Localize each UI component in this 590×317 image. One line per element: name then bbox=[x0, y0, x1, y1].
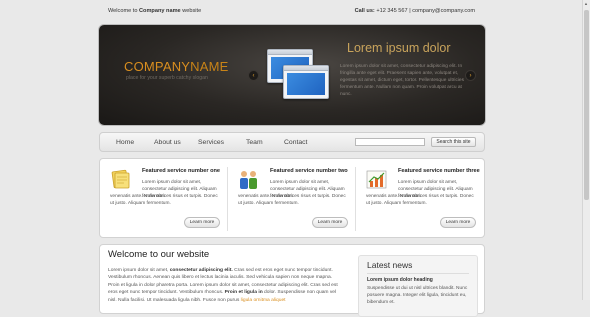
people-icon bbox=[240, 171, 257, 189]
news-item-title[interactable]: Lorem ipsum dolor heading bbox=[367, 277, 433, 283]
company-slogan: place for your superb catchy slogan bbox=[126, 75, 208, 81]
company-logo[interactable]: COMPANYNAME bbox=[124, 59, 229, 74]
hero-text: Lorem ipsum dolor sit amet, consectetur … bbox=[340, 64, 464, 97]
hero-title: Lorem ipsum dolor bbox=[347, 41, 451, 55]
notes-icon bbox=[111, 169, 130, 189]
service-card-one: Featured service number one Lorem ipsum … bbox=[102, 165, 222, 235]
welcome-paragraph: Lorem ipsum dolor sit amet, consectetur … bbox=[108, 267, 340, 304]
welcome-text-bold-two: Proin et ligula in bbox=[224, 290, 263, 296]
hero-slider: COMPANYNAME place for your superb catchy… bbox=[99, 25, 485, 125]
service-divider bbox=[227, 167, 228, 231]
phone-number: +12 345 567 bbox=[376, 8, 408, 14]
search-input[interactable] bbox=[355, 138, 425, 146]
scroll-up-icon[interactable]: ▲ bbox=[584, 1, 588, 6]
main-navigation: Home About us Services Team Contact Sear… bbox=[99, 132, 485, 152]
browser-windows-icon bbox=[267, 49, 329, 101]
welcome-text-start: Lorem ipsum dolor sit amet, bbox=[108, 268, 169, 273]
service-divider bbox=[355, 167, 356, 231]
service-text-continued: venenatis ante. Nulla ultrices risus et … bbox=[366, 194, 474, 206]
chart-icon bbox=[366, 170, 387, 189]
service-text-continued: venenatis ante. Nulla ultrices risus et … bbox=[238, 194, 346, 206]
service-card-two: Featured service number two Lorem ipsum … bbox=[230, 165, 350, 235]
welcome-section: Welcome to our website Lorem ipsum dolor… bbox=[99, 244, 485, 317]
learn-more-button[interactable]: Learn more bbox=[312, 217, 348, 228]
contact-separator: | bbox=[409, 8, 411, 14]
welcome-suffix: website bbox=[182, 8, 202, 14]
welcome-message: Welcome to Company name website bbox=[108, 8, 201, 14]
slider-prev-arrow-icon[interactable]: ‹ bbox=[248, 70, 259, 81]
service-title: Featured service number one bbox=[142, 168, 221, 174]
nav-item-home[interactable]: Home bbox=[116, 139, 134, 146]
top-bar: Welcome to Company name website Call us:… bbox=[99, 8, 485, 18]
service-title: Featured service number three bbox=[398, 168, 480, 174]
welcome-prefix: Welcome to bbox=[108, 8, 138, 14]
news-divider bbox=[367, 273, 469, 274]
learn-more-button[interactable]: Learn more bbox=[184, 217, 220, 228]
nav-item-services[interactable]: Services bbox=[198, 139, 224, 146]
welcome-title: Welcome to our website bbox=[108, 249, 210, 260]
call-label: Call us: bbox=[354, 8, 375, 14]
latest-news-box: Latest news Lorem ipsum dolor heading Su… bbox=[358, 255, 478, 317]
featured-services: Featured service number one Lorem ipsum … bbox=[99, 158, 485, 238]
email-link[interactable]: company@company.com bbox=[412, 8, 475, 14]
search-button[interactable]: Search this site bbox=[431, 137, 476, 147]
nav-item-about-us[interactable]: About us bbox=[154, 139, 181, 146]
vertical-scrollbar[interactable]: ▲ bbox=[582, 0, 590, 300]
scrollbar-thumb[interactable] bbox=[584, 10, 589, 200]
nav-item-contact[interactable]: Contact bbox=[284, 139, 307, 146]
logo-name: NAME bbox=[190, 59, 229, 74]
window-front bbox=[283, 65, 329, 99]
service-text-continued: venenatis ante. Nulla ultrices risus et … bbox=[110, 194, 218, 206]
logo-company: COMPANY bbox=[124, 59, 191, 74]
service-card-three: Featured service number three Lorem ipsu… bbox=[358, 165, 480, 235]
welcome-company: Company name bbox=[139, 8, 181, 14]
welcome-link[interactable]: ligula ornitma aliquet bbox=[241, 298, 286, 303]
contact-info: Call us: +12 345 567 | company@company.c… bbox=[355, 8, 475, 14]
nav-item-team[interactable]: Team bbox=[246, 139, 263, 146]
welcome-text-bold: consectetur adipiscing elit. bbox=[169, 268, 233, 273]
service-title: Featured service number two bbox=[270, 168, 348, 174]
learn-more-button[interactable]: Learn more bbox=[440, 217, 476, 228]
slider-next-arrow-icon[interactable]: › bbox=[465, 70, 476, 81]
news-item-text: Suspendisse ut dui ut nisl ultrices blan… bbox=[367, 286, 468, 305]
news-title: Latest news bbox=[367, 260, 413, 270]
